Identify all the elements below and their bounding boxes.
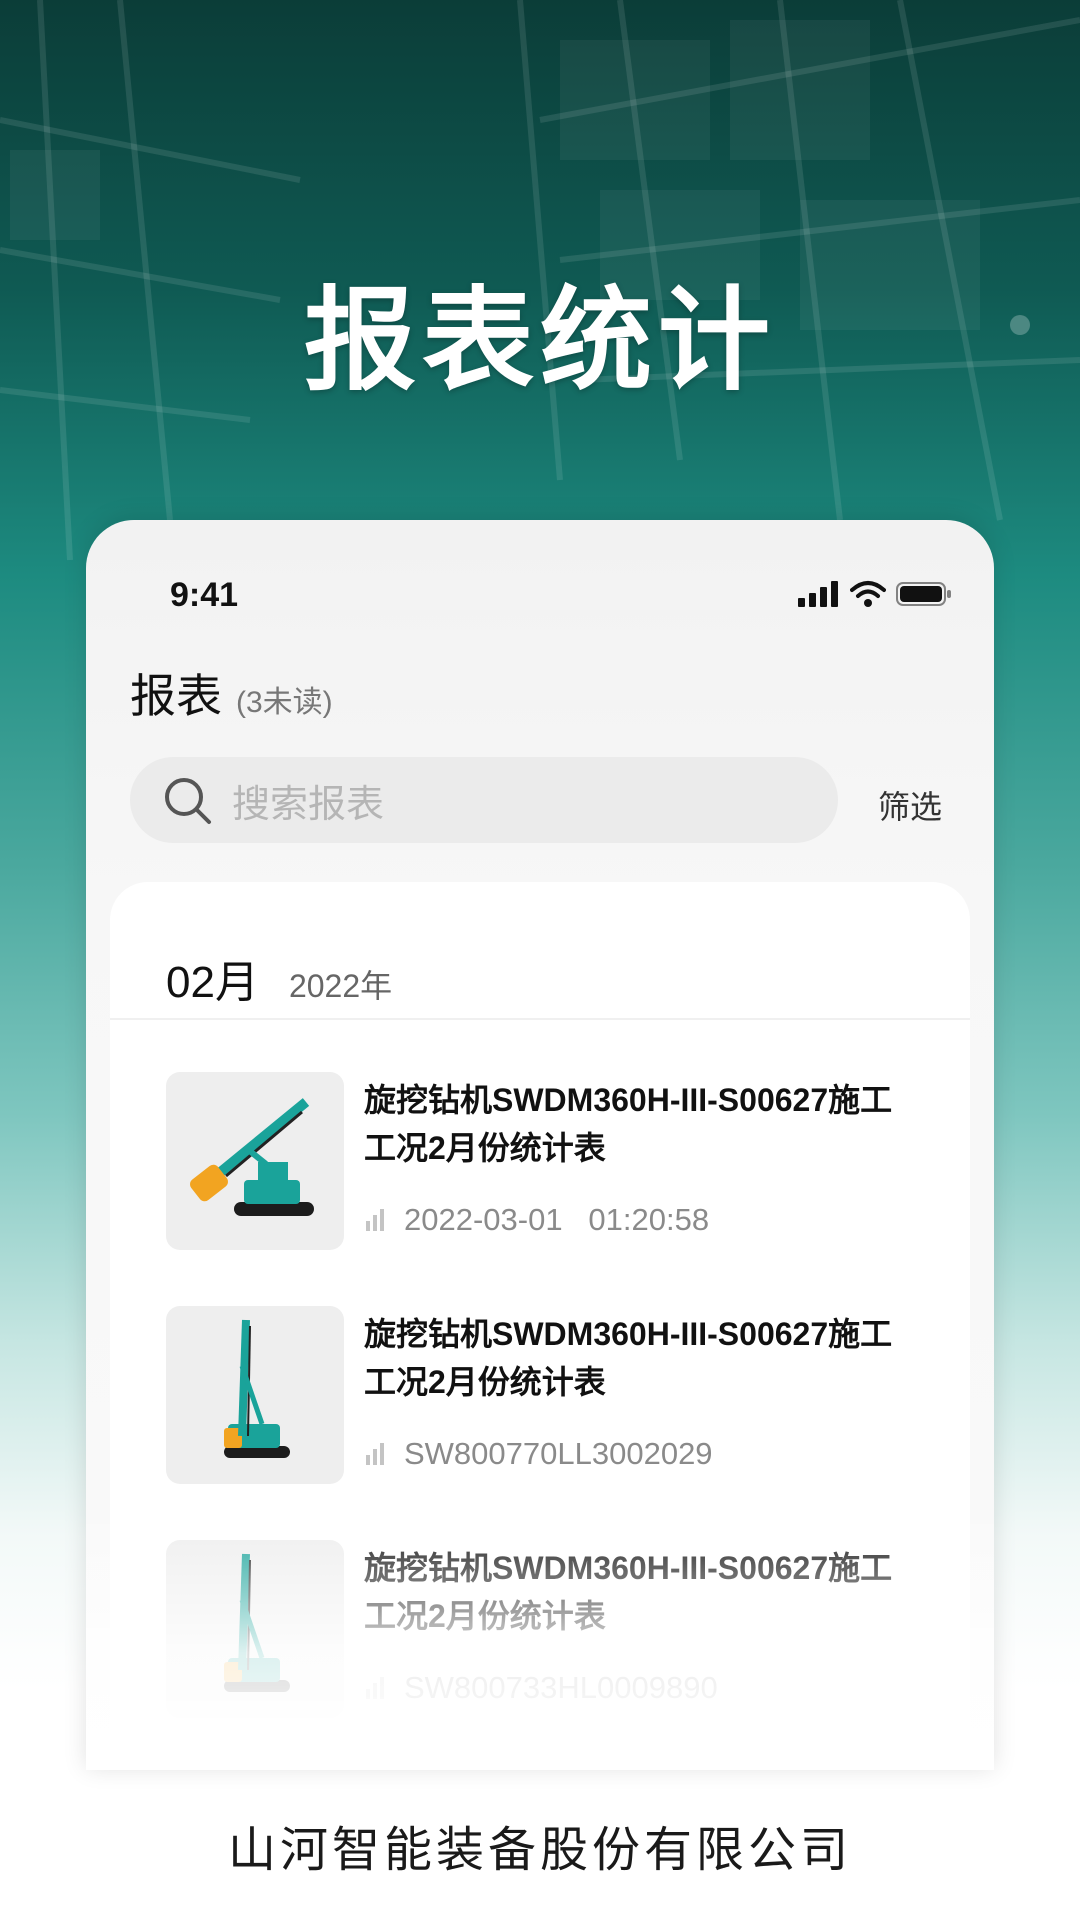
divider xyxy=(110,1018,970,1020)
wifi-icon xyxy=(850,581,886,607)
page-header: 报表 (3未读) xyxy=(130,660,333,726)
list-item[interactable]: 旋挖钻机SWDM360H-III-S00627施工工况2月份统计表 2022-0… xyxy=(166,1072,926,1250)
bar-chart-icon xyxy=(366,1443,384,1465)
filter-button[interactable]: 筛选 xyxy=(878,782,942,828)
list-item[interactable]: 旋挖钻机SWDM360H-III-S00627施工工况2月份统计表 SW8007… xyxy=(166,1306,926,1484)
report-serial: SW800770LL3002029 xyxy=(404,1436,713,1471)
bar-chart-icon xyxy=(366,1677,384,1699)
battery-icon xyxy=(896,582,951,606)
rig-thumbnail xyxy=(166,1540,344,1718)
report-list-card: 02月 2022年 旋挖钻机SWDM360H-III-S00627施工工况2月份… xyxy=(110,882,970,1770)
company-name: 山河智能装备股份有限公司 xyxy=(227,1824,852,1877)
rig-thumbnail xyxy=(166,1072,344,1250)
report-meta: SW800770LL3002029 xyxy=(364,1436,713,1472)
rig-thumbnail xyxy=(166,1306,344,1484)
bar-chart-icon xyxy=(366,1209,384,1231)
search-placeholder: 搜索报表 xyxy=(232,783,385,826)
status-bar: 9:41 xyxy=(86,570,994,620)
report-meta: SW800733HL0009890 xyxy=(364,1670,718,1706)
status-icons xyxy=(798,580,952,608)
page-title: 报表 xyxy=(130,670,222,722)
search-input[interactable]: 搜索报表 xyxy=(130,757,838,843)
rotary-drilling-rig-icon xyxy=(224,1319,290,1458)
rotary-drilling-rig-icon xyxy=(224,1553,290,1692)
status-time: 9:41 xyxy=(170,576,239,614)
rotary-drilling-rig-icon xyxy=(190,1098,314,1216)
year-label: 2022年 xyxy=(288,968,393,1004)
report-title: 旋挖钻机SWDM360H-III-S00627施工工况2月份统计表 xyxy=(364,1316,893,1400)
month-header: 02月 2022年 xyxy=(166,946,392,1010)
report-datetime: 2022-03-01 01:20:58 xyxy=(404,1202,710,1237)
search-icon xyxy=(165,778,211,824)
report-title: 旋挖钻机SWDM360H-III-S00627施工工况2月份统计表 xyxy=(364,1082,893,1166)
month-label: 02月 xyxy=(166,958,259,1007)
report-meta: 2022-03-01 01:20:58 xyxy=(364,1202,709,1238)
report-serial: SW800733HL0009890 xyxy=(404,1670,718,1705)
report-title: 旋挖钻机SWDM360H-III-S00627施工工况2月份统计表 xyxy=(364,1550,893,1634)
unread-count: (3未读) xyxy=(236,686,333,719)
phone-mockup: 9:41 报表 (3未读) 搜索报表 筛选 02月 2022年 旋挖钻机SWDM… xyxy=(86,520,994,1770)
hero-title: 报表统计 xyxy=(304,276,776,406)
cellular-signal-icon xyxy=(798,581,838,607)
list-item[interactable]: 旋挖钻机SWDM360H-III-S00627施工工况2月份统计表 SW8007… xyxy=(166,1540,926,1718)
